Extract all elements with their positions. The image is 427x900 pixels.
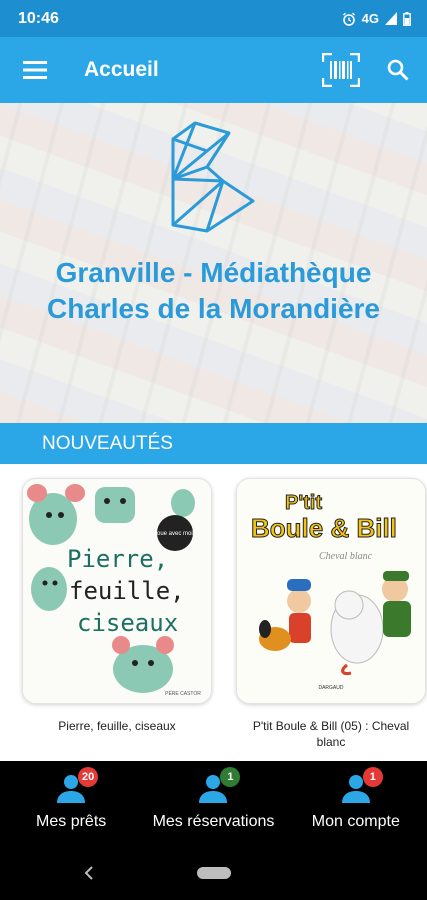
battery-icon [403, 11, 411, 26]
user-icon: 1 [341, 767, 383, 803]
nav-label: Mon compte [311, 813, 400, 830]
book-cover-illustration: P'tit Boule & Bill Cheval blanc DARGAUD [237, 479, 425, 703]
signal-icon [385, 12, 397, 25]
nav-label: Mes prêts [36, 813, 107, 830]
library-name-line1: Granville - Médiathèque [55, 257, 372, 288]
alarm-icon [342, 12, 355, 26]
book-title[interactable]: P'tit Boule & Bill (05) : Cheval blanc [236, 718, 426, 750]
status-time: 10:46 [18, 9, 59, 27]
book-card[interactable]: Joue avec moi ! Pierre, feuille, ciseaux… [22, 478, 212, 734]
user-icon: 1 [198, 767, 241, 803]
cover-title-line1: Pierre, [67, 545, 168, 573]
page-title: Accueil [84, 58, 159, 81]
account-count-badge: 1 [362, 767, 383, 787]
book-cover[interactable]: Joue avec moi ! Pierre, feuille, ciseaux… [22, 478, 212, 704]
reservations-count-badge: 1 [220, 767, 241, 787]
loans-count-badge: 20 [78, 767, 99, 787]
bottom-nav: 20 Mes prêts 1 Mes réservations 1 Mon co… [0, 761, 427, 849]
status-bar: 10:46 4G [0, 0, 427, 37]
network-indicator: 4G [361, 11, 379, 26]
search-button[interactable] [383, 55, 413, 85]
cover-publisher: PÈRE CASTOR [165, 690, 201, 697]
barcode-scan-button[interactable] [321, 50, 361, 90]
cover-badge: Joue avec moi ! [154, 531, 196, 537]
library-name-line2: Charles de la Morandière [46, 293, 380, 324]
nav-my-account[interactable]: 1 Mon compte [285, 761, 427, 849]
book-cover-illustration: Joue avec moi ! Pierre, feuille, ciseaux… [23, 479, 211, 703]
system-nav-bar [0, 849, 427, 900]
book-card[interactable]: P'tit Boule & Bill Cheval blanc DARGAUD … [236, 478, 426, 750]
app-bar: Accueil [0, 37, 427, 103]
cover-subtitle: Cheval blanc [319, 551, 373, 562]
cover-title-line3: ciseaux [77, 609, 178, 637]
cover-publisher: DARGAUD [318, 685, 343, 691]
nav-my-reservations[interactable]: 1 Mes réservations [142, 761, 284, 849]
hero-banner: Granville - Médiathèque Charles de la Mo… [0, 103, 427, 423]
library-name: Granville - Médiathèque Charles de la Mo… [0, 255, 427, 327]
status-icons: 4G [342, 11, 411, 26]
menu-button[interactable] [20, 55, 50, 85]
section-header-new-items: NOUVEAUTÉS [0, 423, 427, 464]
cover-title-line2: Boule & Bill [251, 513, 397, 543]
menu-icon [23, 61, 47, 79]
library-logo-icon [171, 121, 255, 233]
section-title: NOUVEAUTÉS [42, 432, 173, 454]
nav-my-loans[interactable]: 20 Mes prêts [0, 761, 142, 849]
book-cover[interactable]: P'tit Boule & Bill Cheval blanc DARGAUD [236, 478, 426, 704]
user-icon: 20 [56, 767, 99, 803]
nav-label: Mes réservations [152, 813, 275, 830]
book-title[interactable]: Pierre, feuille, ciseaux [22, 718, 212, 734]
cover-title-line1: P'tit [285, 492, 322, 514]
back-icon[interactable] [80, 863, 100, 883]
new-items-carousel[interactable]: Joue avec moi ! Pierre, feuille, ciseaux… [0, 464, 427, 761]
cover-title-line2: feuille, [69, 577, 185, 605]
barcode-scan-icon [322, 53, 360, 87]
search-icon [387, 59, 409, 81]
home-button[interactable] [197, 867, 231, 879]
